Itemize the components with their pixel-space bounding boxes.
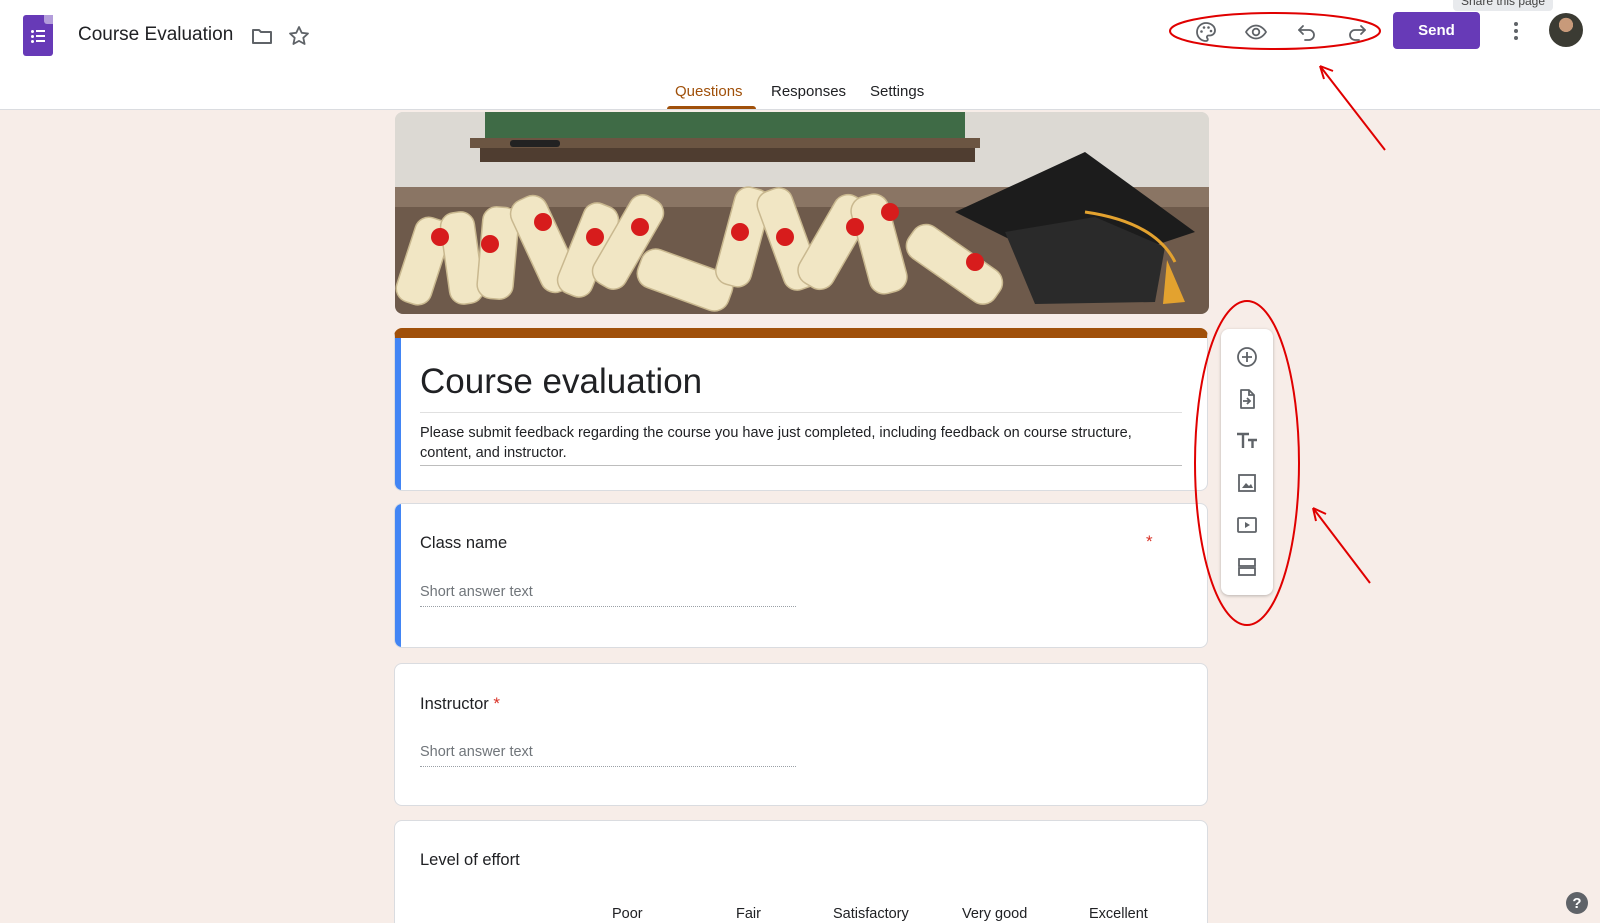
grid-column-label: Poor (612, 906, 643, 922)
share-tooltip: Share this page (1453, 0, 1553, 11)
forms-logo-icon[interactable] (23, 15, 53, 56)
avatar[interactable] (1549, 13, 1583, 47)
tab-responses[interactable]: Responses (771, 83, 846, 110)
eye-icon (1244, 24, 1268, 40)
undo-button[interactable] (1292, 17, 1322, 47)
star-icon[interactable] (286, 23, 312, 49)
document-title[interactable]: Course Evaluation (78, 24, 233, 46)
grid-column-label: Excellent (1089, 906, 1148, 922)
help-icon[interactable]: ? (1566, 892, 1588, 914)
folder-icon[interactable] (249, 23, 275, 49)
add-section-icon[interactable] (1234, 554, 1260, 580)
undo-icon (1298, 25, 1315, 41)
annotation-arrow-side (1312, 507, 1371, 584)
required-asterisk: * (493, 694, 500, 713)
add-image-icon[interactable] (1234, 470, 1260, 496)
form-description[interactable]: Please submit feedback regarding the cou… (420, 423, 1177, 463)
question-title-text: Instructor (420, 695, 489, 713)
more-vert-icon[interactable] (1504, 17, 1528, 45)
preview-button[interactable] (1241, 17, 1271, 47)
question-title[interactable]: Class name (420, 534, 507, 553)
active-tab-indicator (667, 106, 756, 109)
customize-theme-button[interactable] (1191, 17, 1221, 47)
palette-icon (1196, 22, 1216, 42)
grid-column-label: Fair (736, 906, 761, 922)
grid-column-label: Satisfactory (833, 906, 909, 922)
short-answer-field: Short answer text (420, 744, 796, 767)
floating-toolbar (1221, 329, 1273, 595)
tab-settings[interactable]: Settings (870, 83, 924, 110)
required-asterisk: * (1146, 532, 1153, 551)
graduation-illustration (395, 112, 1209, 314)
form-title-card[interactable]: Course evaluation Please submit feedback… (394, 328, 1208, 491)
header-banner-image (395, 112, 1209, 314)
question-card-class-name[interactable]: Class name * Short answer text (394, 503, 1208, 648)
add-title-icon[interactable] (1234, 428, 1260, 454)
redo-button[interactable] (1342, 17, 1372, 47)
top-bar: Course Evaluation Send Share this page Q… (0, 0, 1600, 110)
question-title[interactable]: Instructor * (420, 694, 500, 714)
add-question-icon[interactable] (1234, 344, 1260, 370)
question-card-level-of-effort[interactable]: Level of effort Poor Fair Satisfactory V… (394, 820, 1208, 923)
import-questions-icon[interactable] (1234, 386, 1260, 412)
form-title[interactable]: Course evaluation (420, 362, 702, 402)
short-answer-field: Short answer text (420, 584, 796, 607)
send-button[interactable]: Send (1393, 12, 1480, 49)
title-divider (420, 412, 1182, 413)
grid-column-label: Very good (962, 906, 1028, 922)
add-video-icon[interactable] (1234, 512, 1260, 538)
question-title[interactable]: Level of effort (420, 851, 520, 870)
question-card-instructor[interactable]: Instructor * Short answer text (394, 663, 1208, 806)
tab-bar: Questions Responses Settings (0, 79, 1600, 110)
redo-icon (1349, 25, 1366, 41)
description-divider (420, 465, 1182, 466)
